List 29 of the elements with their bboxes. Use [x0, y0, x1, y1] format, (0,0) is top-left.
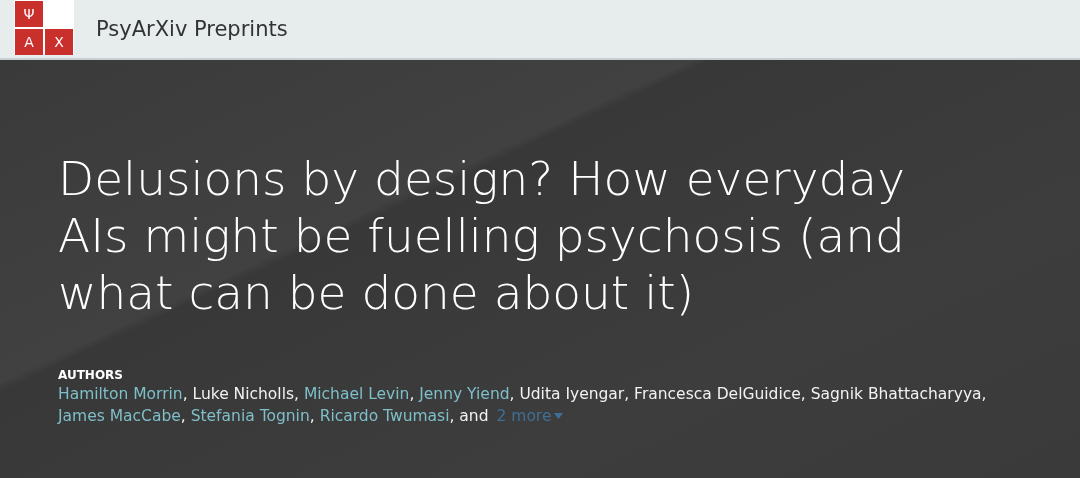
author-name: Udita Iyengar [519, 385, 625, 403]
comma: , [800, 385, 806, 403]
logo-letter: X [45, 29, 73, 55]
author-link[interactable]: Stefania Tognin [190, 407, 310, 425]
caret-icon [554, 413, 564, 419]
author-link[interactable]: Ricardo Twumasi [319, 407, 450, 425]
authors-label: AUTHORS [58, 367, 124, 383]
author-name: Luke Nicholls [192, 385, 294, 403]
author-name: Sagnik Bhattacharyya [810, 385, 982, 403]
logo-icon[interactable]: Ψ A X [14, 0, 74, 54]
logo-letter: A [15, 29, 43, 55]
comma: , [294, 385, 299, 403]
brand-link[interactable]: PsyArXiv Preprints [96, 17, 288, 41]
logo-letter: Ψ [15, 1, 43, 27]
comma: , [180, 407, 186, 425]
preprint-title: Delusions by design? How everyday AIs might be fuelling psychosis (and what can be done about it) [58, 150, 906, 321]
comma: , [509, 385, 515, 403]
comma: , [449, 407, 455, 425]
author-name: Francesca DelGuidice [634, 385, 801, 403]
comma: , [182, 385, 188, 403]
comma: , [981, 385, 987, 403]
author-link[interactable]: Jenny Yiend [419, 385, 510, 403]
comma: , [624, 385, 630, 403]
author-link[interactable]: Michael Levin [303, 385, 410, 403]
author-link[interactable]: Hamilton Morrin [58, 385, 183, 403]
author-link[interactable]: James MacCabe [58, 407, 181, 425]
and-text: and [459, 407, 489, 425]
comma: , [309, 407, 315, 425]
comma: , [409, 385, 415, 403]
